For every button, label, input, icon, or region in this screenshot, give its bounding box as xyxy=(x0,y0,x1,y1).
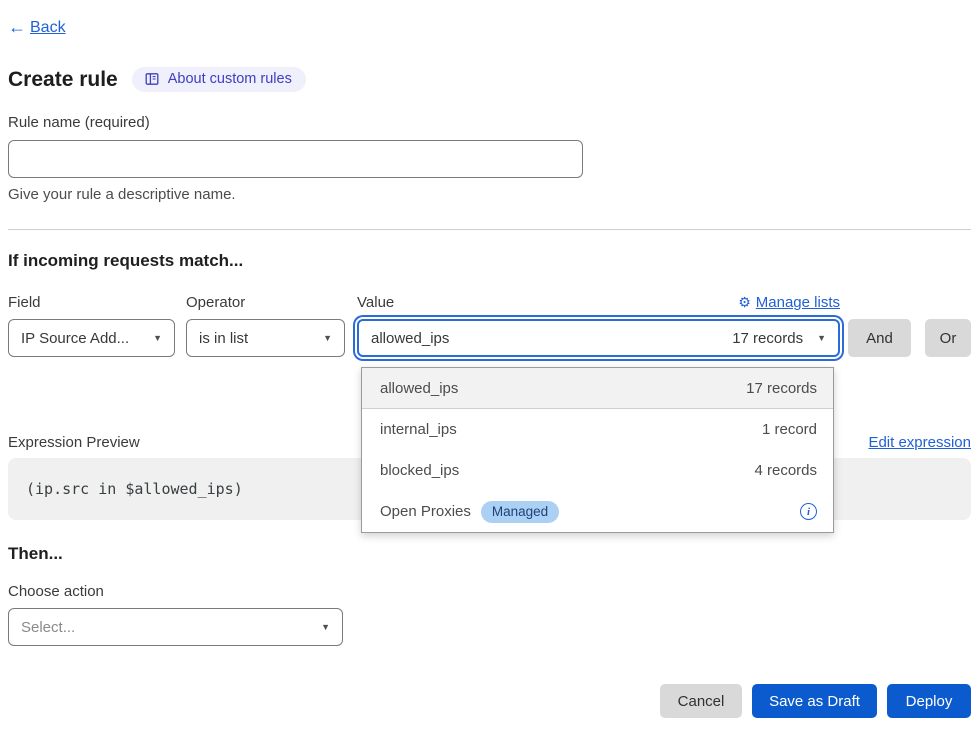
value-select-value: allowed_ips xyxy=(371,330,449,347)
edit-expression-link[interactable]: Edit expression xyxy=(868,434,971,451)
choose-action-label: Choose action xyxy=(8,583,971,600)
expression-preview-label: Expression Preview xyxy=(8,434,140,451)
chevron-down-icon: ▼ xyxy=(321,622,330,632)
match-section-heading: If incoming requests match... xyxy=(8,251,971,271)
action-select-placeholder: Select... xyxy=(21,619,75,636)
book-icon xyxy=(144,71,160,87)
back-link[interactable]: ←Back xyxy=(8,17,66,38)
value-select[interactable]: allowed_ips 17 records ▼ xyxy=(357,319,840,357)
list-item-internal-ips[interactable]: internal_ips 1 record xyxy=(362,409,833,450)
page-title: Create rule xyxy=(8,68,118,92)
chevron-down-icon: ▼ xyxy=(153,333,162,343)
action-select[interactable]: Select... ▼ xyxy=(8,608,343,646)
list-item-record-count: 4 records xyxy=(754,462,817,479)
rule-name-label: Rule name (required) xyxy=(8,114,971,131)
list-item-name: internal_ips xyxy=(380,421,457,438)
page-header: Create rule About custom rules xyxy=(8,67,971,92)
rule-name-input[interactable] xyxy=(8,140,583,178)
value-label: Value xyxy=(357,294,394,311)
deploy-button[interactable]: Deploy xyxy=(887,684,971,718)
rule-name-helper: Give your rule a descriptive name. xyxy=(8,186,971,203)
section-divider xyxy=(8,229,971,230)
back-arrow-icon: ← xyxy=(8,17,26,38)
list-item-record-count: 17 records xyxy=(746,380,817,397)
list-item-blocked-ips[interactable]: blocked_ips 4 records xyxy=(362,450,833,491)
operator-select[interactable]: is in list ▼ xyxy=(186,319,345,357)
manage-lists-link[interactable]: ⚙ Manage lists xyxy=(738,294,840,311)
list-item-open-proxies[interactable]: Open Proxies Managed i xyxy=(362,491,833,532)
value-dropdown-panel: allowed_ips 17 records internal_ips 1 re… xyxy=(361,367,834,533)
and-button[interactable]: And xyxy=(848,319,911,357)
create-rule-page: ←Back Create rule About custom rules Rul… xyxy=(0,0,979,739)
or-button[interactable]: Or xyxy=(925,319,971,357)
value-select-record-count: 17 records xyxy=(732,330,803,347)
list-item-record-count: 1 record xyxy=(762,421,817,438)
field-select[interactable]: IP Source Add... ▼ xyxy=(8,319,175,357)
about-custom-rules-link[interactable]: About custom rules xyxy=(132,67,306,92)
operator-label: Operator xyxy=(186,294,357,311)
list-item-allowed-ips[interactable]: allowed_ips 17 records xyxy=(362,368,833,409)
list-item-name: blocked_ips xyxy=(380,462,459,479)
footer-actions: Cancel Save as Draft Deploy xyxy=(660,684,971,718)
cancel-button[interactable]: Cancel xyxy=(660,684,742,718)
chevron-down-icon: ▼ xyxy=(817,333,826,343)
match-condition-row: IP Source Add... ▼ is in list ▼ allowed_… xyxy=(8,319,971,357)
match-labels-row: Field Operator Value ⚙ Manage lists xyxy=(8,294,971,311)
then-section-heading: Then... xyxy=(8,544,971,564)
expression-code: (ip.src in $allowed_ips) xyxy=(26,480,243,498)
chevron-down-icon: ▼ xyxy=(323,333,332,343)
manage-lists-label: Manage lists xyxy=(756,294,840,311)
save-as-draft-button[interactable]: Save as Draft xyxy=(752,684,877,718)
field-select-value: IP Source Add... xyxy=(21,330,129,347)
about-custom-rules-label: About custom rules xyxy=(168,71,292,87)
info-icon[interactable]: i xyxy=(800,503,817,520)
field-label: Field xyxy=(8,294,186,311)
back-link-label: Back xyxy=(30,19,66,37)
list-item-name: Open Proxies xyxy=(380,503,471,520)
list-item-name: allowed_ips xyxy=(380,380,458,397)
operator-select-value: is in list xyxy=(199,330,248,347)
gear-icon: ⚙ xyxy=(738,294,751,311)
managed-badge: Managed xyxy=(481,501,559,523)
